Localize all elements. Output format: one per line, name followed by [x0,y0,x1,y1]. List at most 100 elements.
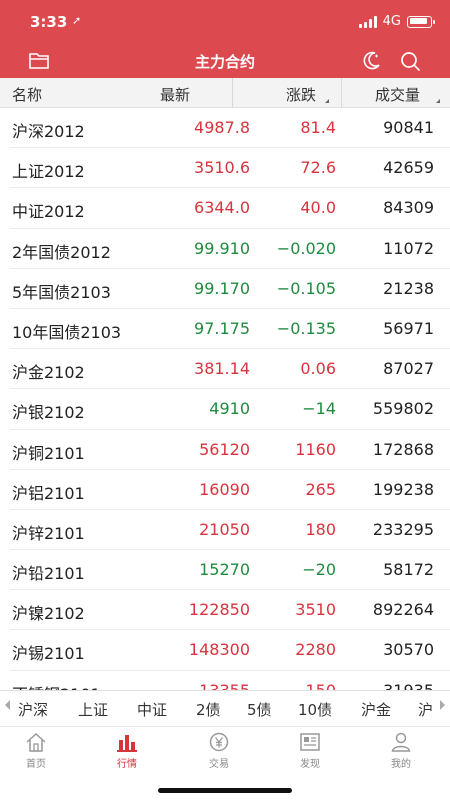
column-header-last[interactable]: 最新 [160,84,190,105]
last-price: 97.175 [194,318,250,338]
contract-name: 2年国债2012 [12,242,111,262]
contract-name: 沪铅2101 [12,564,85,584]
contract-name: 沪镍2102 [12,604,85,624]
contract-name: 不锈钢2101 [12,681,101,690]
tab-discover[interactable]: 发现 [280,731,340,770]
contract-name: 中证2012 [12,202,85,222]
tab-label: 发现 [300,759,320,770]
tab-bar: 首页 行情 交易 发现 我的 [0,726,450,776]
category-tab[interactable]: 2债 [196,699,221,720]
page-title: 主力合约 [194,53,255,71]
volume: 21238 [383,278,434,298]
contract-name: 10年国债2103 [12,322,122,342]
last-price: 148300 [188,640,250,660]
tab-label: 我的 [391,759,411,770]
contract-name: 沪锌2101 [12,523,85,543]
table-row[interactable]: 2年国债2012 99.910 −0.020 11072 [10,229,450,269]
tab-trade[interactable]: 交易 [189,731,249,770]
last-price: 16090 [199,479,250,499]
moon-icon[interactable] [360,50,382,72]
column-header-name[interactable]: 名称 [12,84,42,105]
volume: 42659 [383,158,434,178]
yen-coin-icon [209,732,229,752]
category-tab[interactable]: 10债 [298,699,332,720]
volume: 56971 [383,318,434,338]
table-row[interactable]: 10年国债2103 97.175 −0.135 56971 [10,309,450,350]
last-price: 13355 [199,681,250,690]
column-header-change[interactable]: 涨跌 [286,84,316,105]
price-change: −0.105 [276,278,336,298]
table-row[interactable]: 上证2012 3510.6 72.6 42659 [10,148,450,189]
last-price: 122850 [188,600,250,620]
location-icon: ➚ [72,14,82,27]
contract-list[interactable]: 沪深2012 4987.8 81.4 90841 上证2012 3510.6 72.6 426… [0,108,450,690]
tab-home[interactable]: 首页 [6,731,66,770]
tab-market[interactable]: 行情 [97,731,157,770]
table-row[interactable]: 沪镍2102 122850 3510 892264 [10,590,450,631]
price-change: 265 [305,479,336,499]
table-row[interactable]: 沪锡2101 148300 2280 30570 [10,630,450,671]
category-tab[interactable]: 5债 [247,699,272,720]
news-icon [300,733,320,751]
volume: 559802 [372,399,434,419]
last-price: 6344.0 [194,198,250,218]
volume: 87027 [383,359,434,379]
category-tab[interactable]: 沪深 [18,699,48,720]
price-change: 150 [305,681,336,690]
nav-bar: 主力合约 [0,44,450,78]
price-change: 180 [305,519,336,539]
price-change: 40.0 [300,198,336,218]
table-row[interactable]: 沪铅2101 15270 −20 58172 [10,550,450,591]
price-change: 1160 [295,439,336,459]
tab-label: 行情 [117,759,137,770]
category-tab[interactable]: 上证 [78,699,108,720]
scroll-right-icon[interactable] [440,700,445,710]
price-change: −14 [302,399,336,419]
status-bar: 3:33 ➚ 4G [0,0,450,44]
price-change: 0.06 [300,359,336,379]
search-icon[interactable] [399,50,421,72]
last-price: 56120 [199,439,250,459]
table-row[interactable]: 沪深2012 4987.8 81.4 90841 [10,108,450,149]
category-tab[interactable]: 沪金 [361,699,391,720]
contract-name: 上证2012 [12,162,85,182]
network-label: 4G [382,14,401,29]
status-indicators: 4G [358,14,435,29]
category-tab[interactable]: 沪 [418,699,433,720]
table-row[interactable]: 不锈钢2101 13355 150 31935 [10,671,450,690]
last-price: 3510.6 [194,158,250,178]
table-row[interactable]: 沪锌2101 21050 180 233295 [10,510,450,551]
last-price: 4987.8 [194,118,250,137]
scroll-left-icon[interactable] [5,700,10,710]
category-tab[interactable]: 中证 [137,699,167,720]
price-change: 72.6 [300,158,336,178]
contract-name: 沪锡2101 [12,644,85,664]
contract-name: 沪银2102 [12,403,85,423]
table-row[interactable]: 沪银2102 4910 −14 559802 [10,389,450,430]
column-divider [341,78,342,108]
table-row[interactable]: 沪铝2101 16090 265 199238 [10,470,450,510]
table-row[interactable]: 沪金2102 381.14 0.06 87027 [10,349,450,390]
last-price: 99.910 [194,238,250,258]
table-row[interactable]: 沪铜2101 56120 1160 172868 [10,430,450,470]
volume: 11072 [383,238,434,258]
last-price: 99.170 [194,278,250,298]
tab-me[interactable]: 我的 [371,731,431,770]
sort-indicator-icon [436,99,440,103]
price-change: −0.020 [276,238,336,258]
last-price: 381.14 [194,359,250,379]
volume: 172868 [372,439,434,459]
volume: 31935 [383,681,434,690]
contract-name: 5年国债2103 [12,282,111,302]
volume: 84309 [383,198,434,218]
table-row[interactable]: 5年国债2103 99.170 −0.105 21238 [10,269,450,309]
column-header-volume[interactable]: 成交量 [375,84,420,105]
last-price: 4910 [209,399,250,419]
last-price: 21050 [199,519,250,539]
tab-label: 首页 [26,759,46,770]
signal-icon [358,15,377,28]
contract-name: 沪铜2101 [12,443,85,463]
contract-name: 沪铝2101 [12,483,85,503]
table-row[interactable]: 中证2012 6344.0 40.0 84309 [10,188,450,229]
status-time: 3:33 [30,13,68,31]
